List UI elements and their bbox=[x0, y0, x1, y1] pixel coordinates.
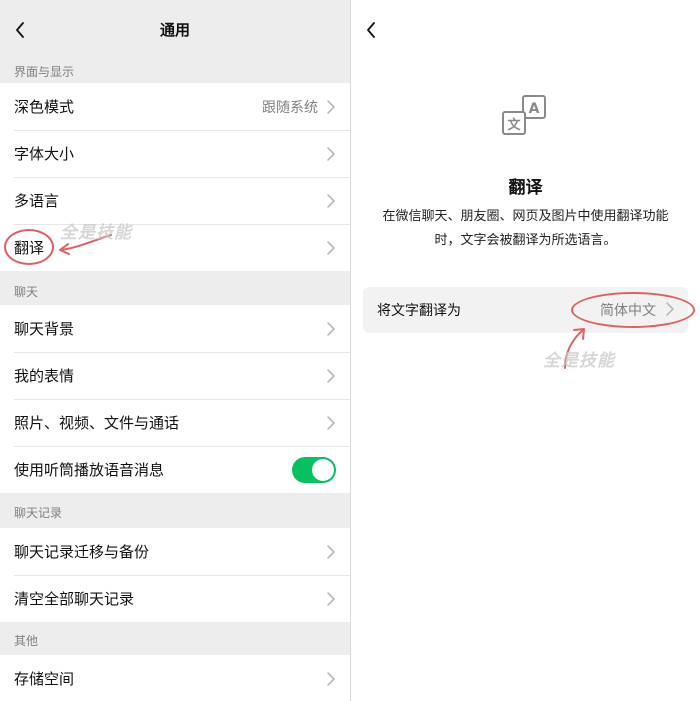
earpiece-toggle[interactable] bbox=[292, 456, 336, 483]
translate-target-language-row[interactable]: 将文字翻译为 简体中文 bbox=[363, 287, 688, 333]
settings-row-media-files-calls[interactable]: 照片、视频、文件与通话 bbox=[0, 399, 350, 446]
row-label: 聊天记录迁移与备份 bbox=[14, 543, 150, 561]
chevron-left-icon bbox=[16, 22, 24, 38]
chevron-left-icon bbox=[367, 22, 375, 38]
chevron-right-icon bbox=[666, 301, 674, 320]
section-header-chat: 聊天 bbox=[14, 284, 39, 299]
translate-icon-letter-a: A bbox=[529, 101, 540, 117]
watermark: 全是技能 bbox=[543, 351, 615, 371]
translate-settings-panel: A 文 翻译 在微信聊天、朋友圈、网页及图片中使用翻译功能时，文字会被翻译为所选… bbox=[351, 0, 700, 701]
page-title: 翻译 bbox=[508, 178, 543, 198]
page-title: 通用 bbox=[159, 21, 190, 39]
settings-row-earpiece-voice: 使用听筒播放语音消息 bbox=[0, 446, 350, 493]
settings-row-clear-history[interactable]: 清空全部聊天记录 bbox=[0, 575, 350, 622]
settings-row-dark-mode[interactable]: 深色模式 跟随系统 bbox=[0, 83, 350, 130]
section-header-other: 其他 bbox=[14, 634, 39, 648]
chevron-right-icon bbox=[326, 321, 336, 337]
settings-row-font-size[interactable]: 字体大小 bbox=[0, 130, 350, 177]
chevron-right-icon bbox=[326, 99, 336, 115]
toggle-knob bbox=[312, 458, 334, 481]
section-header-display: 界面与显示 bbox=[14, 65, 75, 79]
back-button[interactable] bbox=[10, 17, 30, 43]
settings-row-stickers[interactable]: 我的表情 bbox=[0, 352, 350, 399]
settings-row-language[interactable]: 多语言 bbox=[0, 177, 350, 224]
row-label: 翻译 bbox=[14, 239, 45, 257]
settings-row-chat-background[interactable]: 聊天背景 bbox=[0, 305, 350, 352]
settings-row-storage[interactable]: 存储空间 bbox=[0, 655, 350, 701]
chevron-right-icon bbox=[326, 544, 336, 560]
row-label: 存储空间 bbox=[14, 670, 75, 688]
chevron-right-icon bbox=[326, 415, 336, 431]
settings-row-migrate-backup[interactable]: 聊天记录迁移与备份 bbox=[0, 528, 350, 575]
row-label: 照片、视频、文件与通话 bbox=[14, 414, 180, 432]
general-settings-panel: 通用 界面与显示 深色模式 跟随系统 字体大小 多语言 翻译 聊天 聊天背景 我… bbox=[0, 0, 350, 701]
settings-group-chat: 聊天背景 我的表情 照片、视频、文件与通话 使用听筒播放语音消息 bbox=[0, 305, 350, 493]
row-label: 多语言 bbox=[14, 192, 60, 210]
translate-icon: A 文 bbox=[502, 95, 546, 135]
row-label: 聊天背景 bbox=[14, 320, 75, 338]
back-button[interactable] bbox=[361, 17, 381, 43]
row-label: 深色模式 bbox=[14, 98, 75, 116]
chevron-right-icon bbox=[326, 591, 336, 607]
row-label: 使用听筒播放语音消息 bbox=[14, 461, 165, 479]
row-label: 将文字翻译为 bbox=[377, 303, 461, 319]
row-label: 字体大小 bbox=[14, 145, 75, 163]
row-value: 跟随系统 bbox=[262, 99, 318, 116]
chevron-right-icon bbox=[326, 240, 336, 256]
row-label: 我的表情 bbox=[14, 367, 75, 385]
settings-group-display: 深色模式 跟随系统 字体大小 多语言 翻译 bbox=[0, 83, 350, 271]
section-header-chat-history: 聊天记录 bbox=[14, 506, 63, 520]
settings-group-other: 存储空间 bbox=[0, 655, 350, 701]
settings-group-chat-history: 聊天记录迁移与备份 清空全部聊天记录 bbox=[0, 528, 350, 622]
top-bar: 通用 bbox=[0, 0, 350, 60]
chevron-right-icon bbox=[326, 671, 336, 687]
chevron-right-icon bbox=[326, 193, 336, 209]
chevron-right-icon bbox=[326, 146, 336, 162]
chevron-right-icon bbox=[326, 368, 336, 384]
translate-icon-letter-wen: 文 bbox=[507, 117, 521, 133]
row-label: 清空全部聊天记录 bbox=[14, 590, 135, 608]
selected-language: 简体中文 bbox=[600, 303, 656, 319]
settings-row-translate[interactable]: 翻译 bbox=[0, 224, 350, 271]
page-description: 在微信聊天、朋友圈、网页及图片中使用翻译功能时，文字会被翻译为所选语言。 bbox=[382, 209, 669, 248]
